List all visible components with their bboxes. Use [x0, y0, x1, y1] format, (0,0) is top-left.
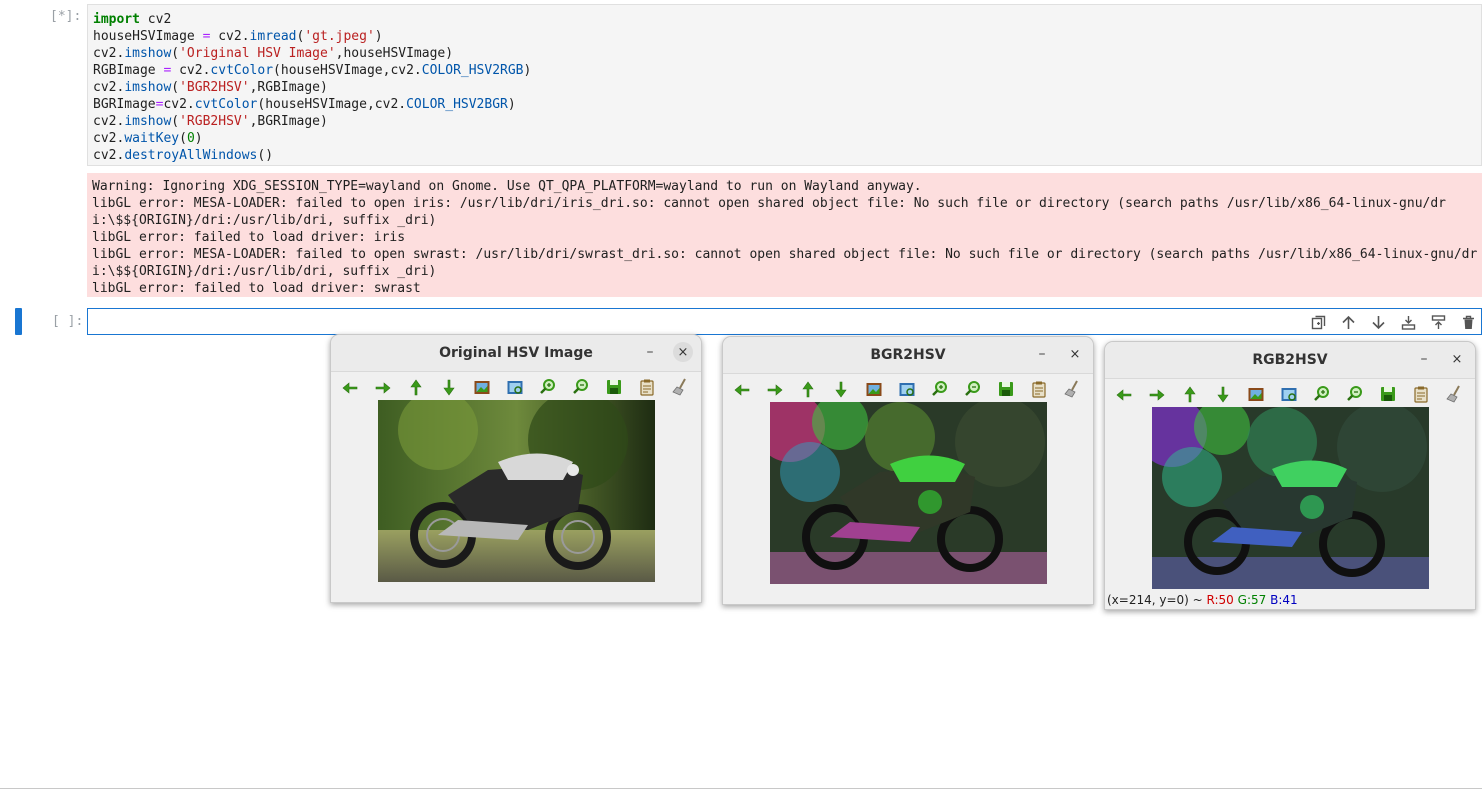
close-button[interactable]: ×: [1447, 349, 1467, 369]
zoom-region-icon[interactable]: [896, 379, 918, 399]
image-toolbar: [331, 375, 701, 399]
clear-icon[interactable]: [1443, 384, 1465, 404]
minimize-button[interactable]: –: [1032, 344, 1052, 364]
minimize-button[interactable]: –: [1414, 349, 1434, 369]
rgb2hsv-motorcycle-image[interactable]: [1152, 407, 1429, 589]
move-up-icon[interactable]: [1339, 313, 1357, 331]
stderr-output: Warning: Ignoring XDG_SESSION_TYPE=wayla…: [87, 173, 1482, 297]
code-line-7: cv2.imshow('RGB2HSV',BGRImage): [93, 114, 328, 129]
cell2-prompt: [ ]:: [52, 314, 84, 329]
delete-icon[interactable]: [1459, 313, 1477, 331]
save-icon[interactable]: [995, 379, 1017, 399]
pan-left-icon[interactable]: [731, 379, 753, 399]
pan-right-icon[interactable]: [372, 377, 394, 397]
pan-right-icon[interactable]: [1146, 384, 1168, 404]
move-down-icon[interactable]: [1369, 313, 1387, 331]
image-toolbar: [1105, 382, 1475, 406]
stderr-line: Warning: Ignoring XDG_SESSION_TYPE=wayla…: [92, 179, 922, 194]
zoom-in-icon[interactable]: [929, 379, 951, 399]
code-cell-input[interactable]: import cv2 houseHSVImage = cv2.imread('g…: [87, 4, 1482, 166]
insert-above-icon[interactable]: [1429, 313, 1447, 331]
zoom-region-icon[interactable]: [1278, 384, 1300, 404]
pan-up-icon[interactable]: [797, 379, 819, 399]
code-line-3: cv2.imshow('Original HSV Image',houseHSV…: [93, 46, 454, 61]
save-icon[interactable]: [603, 377, 625, 397]
active-cell-indicator[interactable]: [15, 308, 22, 335]
code-line-4: RGBImage = cv2.cvtColor(houseHSVImage,cv…: [93, 63, 532, 78]
titlebar[interactable]: Original HSV Image – ×: [331, 335, 701, 372]
status-b: B:41: [1270, 593, 1298, 607]
original-motorcycle-image[interactable]: [378, 400, 655, 582]
clear-icon[interactable]: [669, 377, 691, 397]
window-bgr2hsv[interactable]: BGR2HSV – ×: [722, 336, 1094, 605]
empty-cell-input[interactable]: [87, 308, 1482, 335]
properties-icon[interactable]: [1028, 379, 1050, 399]
bottom-divider: [0, 788, 1482, 789]
zoom-fit-icon[interactable]: [863, 379, 885, 399]
pan-left-icon[interactable]: [339, 377, 361, 397]
code-line-9: cv2.destroyAllWindows(): [93, 148, 274, 163]
stderr-line: libGL error: MESA-LOADER: failed to open…: [92, 247, 1478, 262]
zoom-out-icon[interactable]: [962, 379, 984, 399]
window-original-hsv-image[interactable]: Original HSV Image – ×: [330, 334, 702, 603]
bgr2hsv-motorcycle-image[interactable]: [770, 402, 1047, 584]
stderr-line: libGL error: failed to load driver: iris: [92, 230, 406, 245]
minimize-button[interactable]: –: [640, 342, 660, 362]
stderr-line: libGL error: failed to load driver: swra…: [92, 281, 421, 296]
zoom-fit-icon[interactable]: [471, 377, 493, 397]
zoom-region-icon[interactable]: [504, 377, 526, 397]
close-button[interactable]: ×: [673, 342, 693, 362]
properties-icon[interactable]: [636, 377, 658, 397]
pan-right-icon[interactable]: [764, 379, 786, 399]
save-icon[interactable]: [1377, 384, 1399, 404]
cell1-prompt: [*]:: [50, 9, 82, 24]
status-coords: (x=214, y=0) ~: [1107, 593, 1207, 607]
zoom-in-icon[interactable]: [537, 377, 559, 397]
pixel-status-bar: (x=214, y=0) ~ R:50 G:57 B:41: [1107, 593, 1298, 607]
pan-up-icon[interactable]: [1179, 384, 1201, 404]
zoom-in-icon[interactable]: [1311, 384, 1333, 404]
pan-left-icon[interactable]: [1113, 384, 1135, 404]
pan-down-icon[interactable]: [1212, 384, 1234, 404]
titlebar[interactable]: BGR2HSV – ×: [723, 337, 1093, 374]
titlebar[interactable]: RGB2HSV – ×: [1105, 342, 1475, 379]
pan-down-icon[interactable]: [438, 377, 460, 397]
code-line-1: import cv2: [93, 12, 172, 27]
stderr-text: Warning: Ignoring XDG_SESSION_TYPE=wayla…: [92, 178, 1477, 297]
code-line-6: BGRImage=cv2.cvtColor(houseHSVImage,cv2.…: [93, 97, 516, 112]
duplicate-icon[interactable]: [1309, 313, 1327, 331]
status-g: G:57: [1237, 593, 1267, 607]
pan-up-icon[interactable]: [405, 377, 427, 397]
zoom-out-icon[interactable]: [1344, 384, 1366, 404]
code-editor[interactable]: import cv2 houseHSVImage = cv2.imread('g…: [93, 11, 531, 164]
image-toolbar: [723, 377, 1093, 401]
code-line-8: cv2.waitKey(0): [93, 131, 203, 146]
code-line-5: cv2.imshow('BGR2HSV',RGBImage): [93, 80, 328, 95]
stderr-line: i:\$${ORIGIN}/dri:/usr/lib/dri, suffix _…: [92, 264, 437, 279]
stderr-line: libGL error: MESA-LOADER: failed to open…: [92, 196, 1447, 211]
zoom-fit-icon[interactable]: [1245, 384, 1267, 404]
insert-below-icon[interactable]: [1399, 313, 1417, 331]
properties-icon[interactable]: [1410, 384, 1432, 404]
status-r: R:50: [1206, 593, 1234, 607]
clear-icon[interactable]: [1061, 379, 1083, 399]
stderr-line: i:\$${ORIGIN}/dri:/usr/lib/dri, suffix _…: [92, 213, 437, 228]
pan-down-icon[interactable]: [830, 379, 852, 399]
code-line-2: houseHSVImage = cv2.imread('gt.jpeg'): [93, 29, 383, 44]
zoom-out-icon[interactable]: [570, 377, 592, 397]
window-rgb2hsv[interactable]: RGB2HSV – × (x=214, y=0) ~ R:50 G:57 B:4…: [1104, 341, 1476, 610]
close-button[interactable]: ×: [1065, 344, 1085, 364]
